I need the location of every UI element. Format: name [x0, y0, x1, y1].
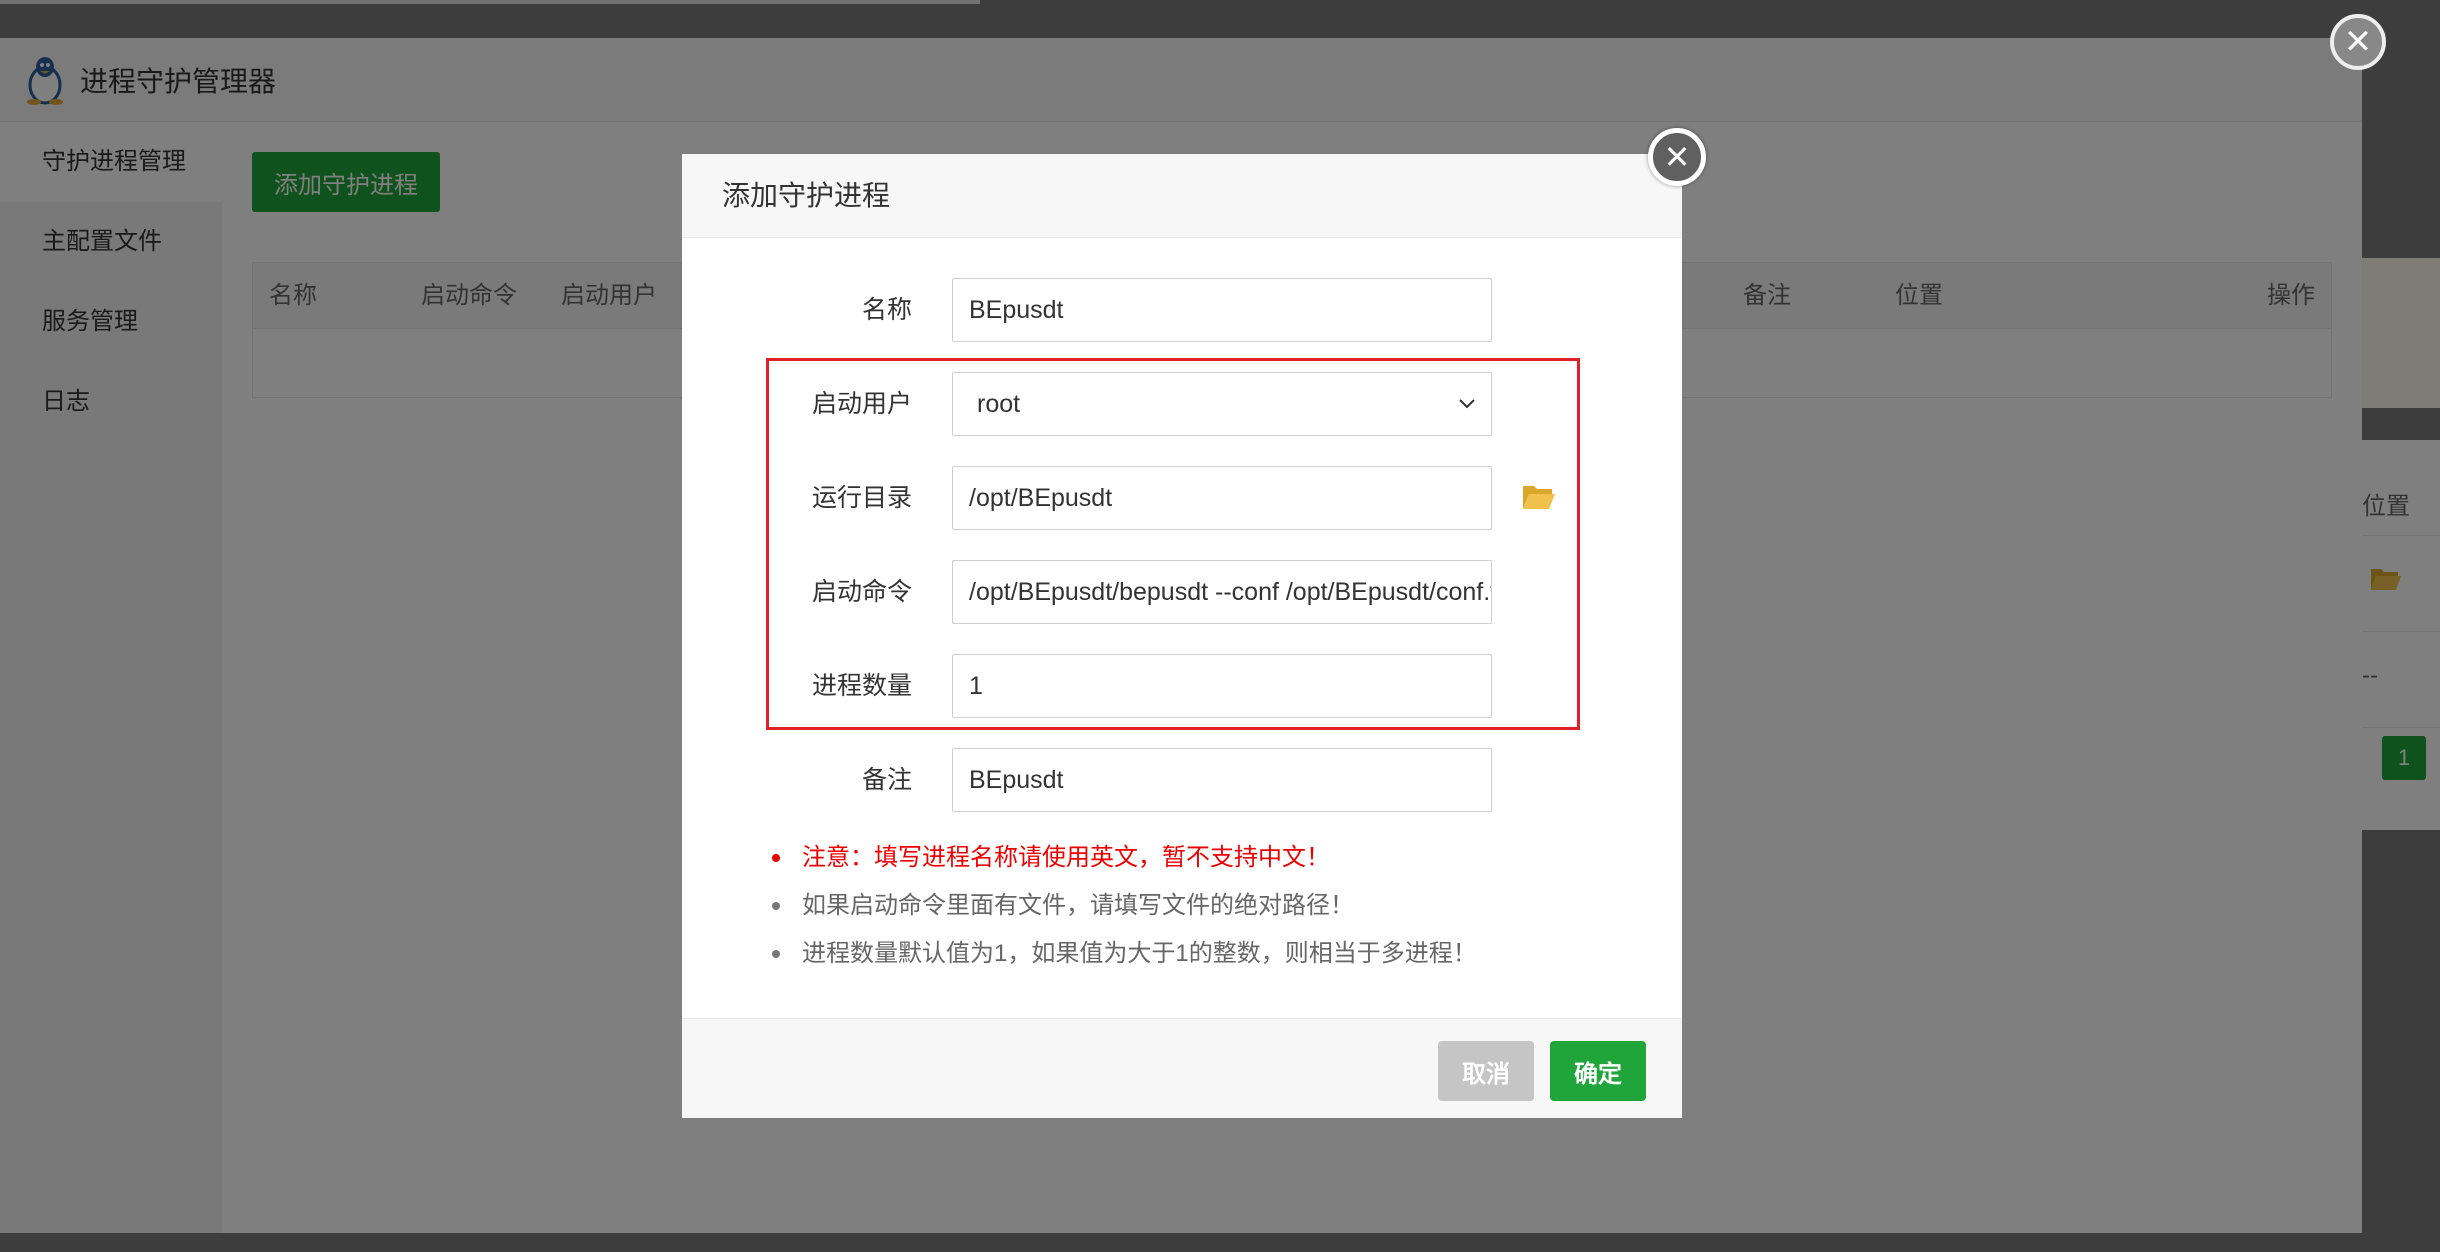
dialog-close-button[interactable]: ✕: [1648, 128, 1706, 186]
field-row-cmd: 启动命令 /opt/BEpusdt/bepusdt --conf /opt/BE…: [682, 560, 1682, 624]
user-select-value: root: [977, 390, 1021, 418]
user-label: 启动用户: [811, 390, 912, 418]
close-icon: ✕: [1663, 139, 1691, 175]
tip-process-count: 进程数量默认值为1，如果值为大于1的整数，则相当于多进程！: [766, 930, 1477, 978]
cmd-input[interactable]: /opt/BEpusdt/bepusdt --conf /opt/BEpusdt…: [952, 560, 1492, 624]
field-row-remark: 备注 BEpusdt: [682, 748, 1682, 812]
count-input[interactable]: 1: [952, 654, 1492, 718]
remark-input[interactable]: BEpusdt: [952, 748, 1492, 812]
field-row-dir: 运行目录 /opt/BEpusdt: [682, 466, 1682, 530]
name-input[interactable]: BEpusdt: [952, 278, 1492, 342]
close-icon: ✕: [2343, 23, 2373, 61]
name-label: 名称: [861, 296, 912, 324]
cmd-label: 启动命令: [811, 578, 912, 606]
tip-absolute-path: 如果启动命令里面有文件，请填写文件的绝对路径！: [766, 882, 1477, 930]
dialog-footer: 取消 确定: [682, 1018, 1682, 1118]
window-close-button[interactable]: ✕: [2330, 14, 2386, 70]
field-row-user: 启动用户 root: [682, 372, 1682, 436]
dialog-title: 添加守护进程: [682, 154, 1682, 238]
tips-list: 注意：填写进程名称请使用英文，暂不支持中文！ 如果启动命令里面有文件，请填写文件…: [766, 834, 1477, 978]
dir-label: 运行目录: [811, 484, 912, 512]
dir-input[interactable]: /opt/BEpusdt: [952, 466, 1492, 530]
remark-label: 备注: [861, 766, 912, 794]
user-select[interactable]: root: [952, 372, 1492, 436]
cancel-button[interactable]: 取消: [1438, 1041, 1534, 1101]
field-row-count: 进程数量 1: [682, 654, 1682, 718]
add-process-dialog: 添加守护进程 名称 BEpusdt 启动用户 root 运行目录 /opt/BE…: [682, 154, 1682, 1118]
confirm-button[interactable]: 确定: [1550, 1041, 1646, 1101]
field-row-name: 名称 BEpusdt: [682, 278, 1682, 342]
count-label: 进程数量: [811, 672, 912, 700]
chevron-down-icon: [1459, 399, 1475, 409]
tip-warning: 注意：填写进程名称请使用英文，暂不支持中文！: [766, 834, 1477, 882]
folder-open-icon[interactable]: [1522, 482, 1556, 512]
